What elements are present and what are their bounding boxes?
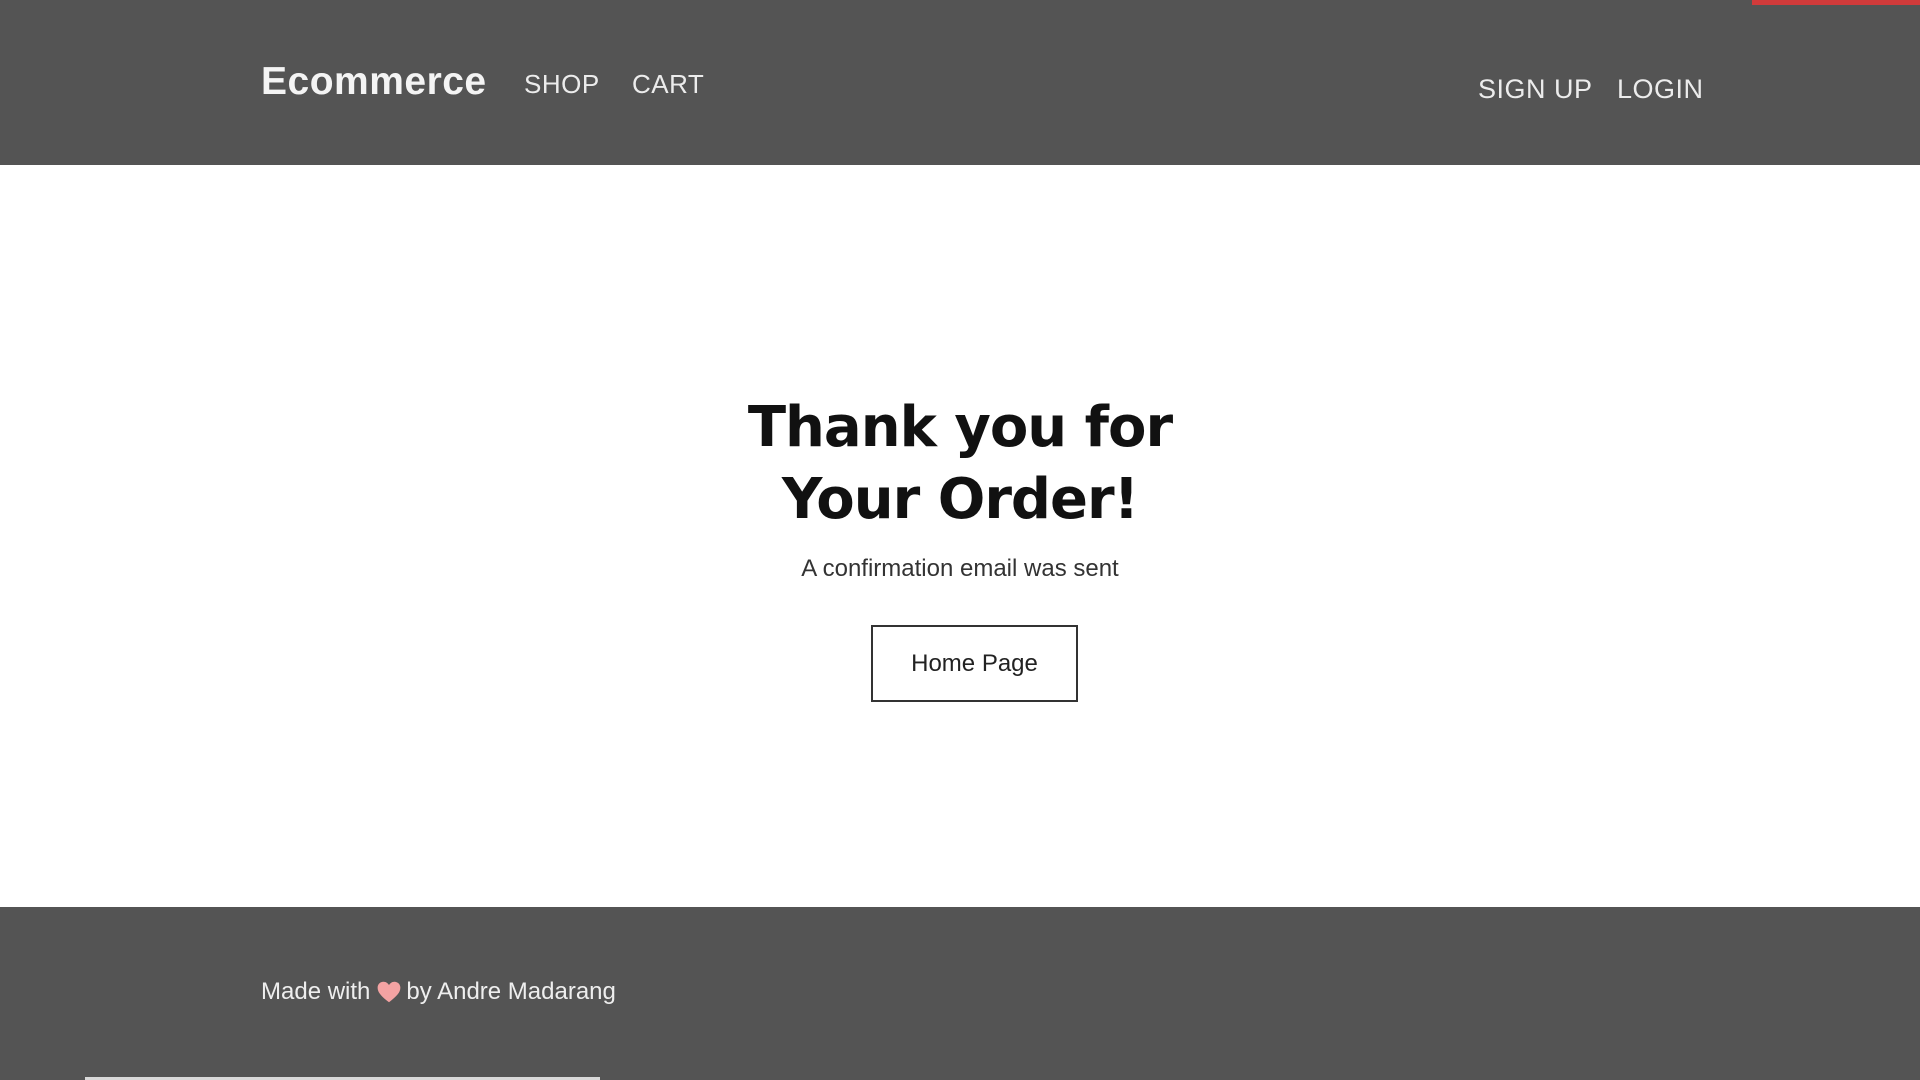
site-footer: Made with by Andre Madarang	[0, 907, 1920, 1080]
nav-signup-link[interactable]: SIGN UP	[1478, 73, 1593, 105]
home-page-button[interactable]: Home Page	[871, 625, 1078, 702]
brand-logo-link[interactable]: Ecommerce	[261, 59, 487, 105]
footer-text-before: Made with	[261, 978, 371, 1005]
top-accent-bar	[1752, 0, 1920, 5]
footer-text-after: by Andre Madarang	[406, 978, 616, 1005]
page: Ecommerce SHOP CART SIGN UP LOGIN Thank …	[0, 0, 1920, 1080]
confirmation-email-text: A confirmation email was sent	[801, 555, 1119, 582]
site-header: Ecommerce SHOP CART SIGN UP LOGIN	[0, 0, 1920, 165]
order-confirmation-heading: Thank you for Your Order!	[710, 392, 1210, 536]
nav-cart-link[interactable]: CART	[632, 68, 704, 100]
heading-line-2: Your Order!	[781, 467, 1139, 532]
heading-line-1: Thank you for	[747, 395, 1173, 460]
nav-login-link[interactable]: LOGIN	[1617, 73, 1704, 105]
main-content: Thank you for Your Order! A confirmation…	[0, 165, 1920, 907]
heart-icon	[378, 981, 401, 1003]
footer-credit: Made with by Andre Madarang	[261, 977, 616, 1007]
nav-shop-link[interactable]: SHOP	[524, 68, 600, 100]
home-page-button-label: Home Page	[911, 649, 1038, 677]
